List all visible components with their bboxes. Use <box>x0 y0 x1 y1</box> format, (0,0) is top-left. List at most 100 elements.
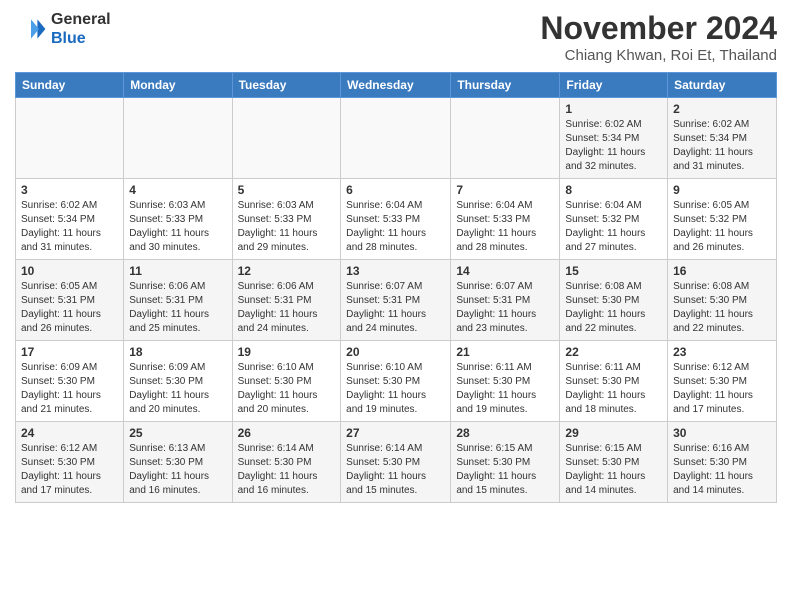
day-info: Sunrise: 6:03 AM Sunset: 5:33 PM Dayligh… <box>129 199 226 255</box>
day-number: 1 <box>565 102 662 116</box>
location-subtitle: Chiang Khwan, Roi Et, Thailand <box>540 47 777 64</box>
day-number: 7 <box>456 183 554 197</box>
day-number: 24 <box>21 426 118 440</box>
calendar-cell: 5 Sunrise: 6:03 AM Sunset: 5:33 PM Daylig… <box>232 179 341 260</box>
calendar-cell <box>232 98 341 179</box>
day-info: Sunrise: 6:06 AM Sunset: 5:31 PM Dayligh… <box>238 280 336 336</box>
day-number: 3 <box>21 183 118 197</box>
calendar-cell: 16Sunrise: 6:08 AM Sunset: 5:30 PM Dayli… <box>668 260 777 341</box>
day-info: Sunrise: 6:07 AM Sunset: 5:31 PM Dayligh… <box>346 280 445 336</box>
day-number: 13 <box>346 264 445 278</box>
calendar-cell: 27 Sunrise: 6:14 AM Sunset: 5:30 PM Dayli… <box>341 422 451 503</box>
day-info: Sunrise: 6:14 AM Sunset: 5:30 PM Dayligh… <box>238 442 336 498</box>
calendar-week-4: 17 Sunrise: 6:09 AM Sunset: 5:30 PM Dayli… <box>16 341 777 422</box>
day-info: Sunrise: 6:05 AM Sunset: 5:31 PM Dayligh… <box>21 280 118 336</box>
weekday-header-saturday: Saturday <box>668 73 777 98</box>
page-header: General Blue November 2024 Chiang Khwan,… <box>15 10 777 64</box>
day-number: 22 <box>565 345 662 359</box>
calendar-week-1: 1 Sunrise: 6:02 AM Sunset: 5:34 PM Daylig… <box>16 98 777 179</box>
calendar-cell: 9 Sunrise: 6:05 AM Sunset: 5:32 PM Daylig… <box>668 179 777 260</box>
title-block: November 2024 Chiang Khwan, Roi Et, Thai… <box>540 10 777 64</box>
day-number: 5 <box>238 183 336 197</box>
day-info: Sunrise: 6:05 AM Sunset: 5:32 PM Dayligh… <box>673 199 771 255</box>
day-info: Sunrise: 6:04 AM Sunset: 5:32 PM Dayligh… <box>565 199 662 255</box>
calendar-cell: 7 Sunrise: 6:04 AM Sunset: 5:33 PM Daylig… <box>451 179 560 260</box>
calendar-cell: 14 Sunrise: 6:07 AM Sunset: 5:31 PM Dayli… <box>451 260 560 341</box>
calendar-header-row: SundayMondayTuesdayWednesdayThursdayFrid… <box>16 73 777 98</box>
weekday-header-tuesday: Tuesday <box>232 73 341 98</box>
day-number: 20 <box>346 345 445 359</box>
day-info: Sunrise: 6:04 AM Sunset: 5:33 PM Dayligh… <box>456 199 554 255</box>
day-info: Sunrise: 6:02 AM Sunset: 5:34 PM Dayligh… <box>565 118 662 174</box>
day-number: 27 <box>346 426 445 440</box>
day-number: 26 <box>238 426 336 440</box>
day-info: Sunrise: 6:11 AM Sunset: 5:30 PM Dayligh… <box>565 361 662 417</box>
day-info: Sunrise: 6:16 AM Sunset: 5:30 PM Dayligh… <box>673 442 771 498</box>
day-number: 2 <box>673 102 771 116</box>
day-info: Sunrise: 6:14 AM Sunset: 5:30 PM Dayligh… <box>346 442 445 498</box>
calendar-cell: 3 Sunrise: 6:02 AM Sunset: 5:34 PM Daylig… <box>16 179 124 260</box>
calendar-cell <box>341 98 451 179</box>
calendar-cell: 26 Sunrise: 6:14 AM Sunset: 5:30 PM Dayli… <box>232 422 341 503</box>
day-info: Sunrise: 6:03 AM Sunset: 5:33 PM Dayligh… <box>238 199 336 255</box>
day-info: Sunrise: 6:10 AM Sunset: 5:30 PM Dayligh… <box>238 361 336 417</box>
calendar-table: SundayMondayTuesdayWednesdayThursdayFrid… <box>15 72 777 503</box>
calendar-cell: 20 Sunrise: 6:10 AM Sunset: 5:30 PM Dayli… <box>341 341 451 422</box>
calendar-cell: 11Sunrise: 6:06 AM Sunset: 5:31 PM Dayli… <box>124 260 232 341</box>
calendar-cell: 30 Sunrise: 6:16 AM Sunset: 5:30 PM Dayli… <box>668 422 777 503</box>
calendar-cell: 18Sunrise: 6:09 AM Sunset: 5:30 PM Dayli… <box>124 341 232 422</box>
day-info: Sunrise: 6:15 AM Sunset: 5:30 PM Dayligh… <box>456 442 554 498</box>
calendar-cell: 6Sunrise: 6:04 AM Sunset: 5:33 PM Daylig… <box>341 179 451 260</box>
calendar-cell: 25Sunrise: 6:13 AM Sunset: 5:30 PM Dayli… <box>124 422 232 503</box>
day-info: Sunrise: 6:11 AM Sunset: 5:30 PM Dayligh… <box>456 361 554 417</box>
day-info: Sunrise: 6:02 AM Sunset: 5:34 PM Dayligh… <box>673 118 771 174</box>
day-number: 10 <box>21 264 118 278</box>
day-info: Sunrise: 6:08 AM Sunset: 5:30 PM Dayligh… <box>565 280 662 336</box>
calendar-cell: 29 Sunrise: 6:15 AM Sunset: 5:30 PM Dayli… <box>560 422 668 503</box>
calendar-cell <box>16 98 124 179</box>
day-number: 17 <box>21 345 118 359</box>
calendar-cell: 12Sunrise: 6:06 AM Sunset: 5:31 PM Dayli… <box>232 260 341 341</box>
day-number: 23 <box>673 345 771 359</box>
day-info: Sunrise: 6:13 AM Sunset: 5:30 PM Dayligh… <box>129 442 226 498</box>
calendar-cell: 4 Sunrise: 6:03 AM Sunset: 5:33 PM Daylig… <box>124 179 232 260</box>
day-info: Sunrise: 6:10 AM Sunset: 5:30 PM Dayligh… <box>346 361 445 417</box>
calendar-cell: 2 Sunrise: 6:02 AM Sunset: 5:34 PM Daylig… <box>668 98 777 179</box>
weekday-header-friday: Friday <box>560 73 668 98</box>
day-info: Sunrise: 6:02 AM Sunset: 5:34 PM Dayligh… <box>21 199 118 255</box>
calendar-cell: 1 Sunrise: 6:02 AM Sunset: 5:34 PM Daylig… <box>560 98 668 179</box>
calendar-week-5: 24 Sunrise: 6:12 AM Sunset: 5:30 PM Dayli… <box>16 422 777 503</box>
day-info: Sunrise: 6:09 AM Sunset: 5:30 PM Dayligh… <box>21 361 118 417</box>
day-number: 28 <box>456 426 554 440</box>
day-info: Sunrise: 6:07 AM Sunset: 5:31 PM Dayligh… <box>456 280 554 336</box>
calendar-cell: 22 Sunrise: 6:11 AM Sunset: 5:30 PM Dayli… <box>560 341 668 422</box>
calendar-cell <box>451 98 560 179</box>
calendar-cell: 28 Sunrise: 6:15 AM Sunset: 5:30 PM Dayli… <box>451 422 560 503</box>
day-info: Sunrise: 6:15 AM Sunset: 5:30 PM Dayligh… <box>565 442 662 498</box>
logo-text: General Blue <box>51 10 111 48</box>
calendar-week-2: 3 Sunrise: 6:02 AM Sunset: 5:34 PM Daylig… <box>16 179 777 260</box>
day-number: 19 <box>238 345 336 359</box>
calendar-cell: 24 Sunrise: 6:12 AM Sunset: 5:30 PM Dayli… <box>16 422 124 503</box>
month-title: November 2024 <box>540 10 777 47</box>
day-number: 4 <box>129 183 226 197</box>
day-number: 8 <box>565 183 662 197</box>
day-number: 18 <box>129 345 226 359</box>
calendar-cell: 23 Sunrise: 6:12 AM Sunset: 5:30 PM Dayli… <box>668 341 777 422</box>
weekday-header-sunday: Sunday <box>16 73 124 98</box>
weekday-header-monday: Monday <box>124 73 232 98</box>
calendar-cell: 15Sunrise: 6:08 AM Sunset: 5:30 PM Dayli… <box>560 260 668 341</box>
day-info: Sunrise: 6:12 AM Sunset: 5:30 PM Dayligh… <box>673 361 771 417</box>
logo-icon <box>15 13 47 45</box>
logo: General Blue <box>15 10 111 48</box>
calendar-cell <box>124 98 232 179</box>
day-info: Sunrise: 6:04 AM Sunset: 5:33 PM Dayligh… <box>346 199 445 255</box>
calendar-cell: 21 Sunrise: 6:11 AM Sunset: 5:30 PM Dayli… <box>451 341 560 422</box>
day-number: 21 <box>456 345 554 359</box>
day-number: 29 <box>565 426 662 440</box>
day-number: 9 <box>673 183 771 197</box>
day-number: 14 <box>456 264 554 278</box>
day-number: 16 <box>673 264 771 278</box>
day-info: Sunrise: 6:12 AM Sunset: 5:30 PM Dayligh… <box>21 442 118 498</box>
day-number: 30 <box>673 426 771 440</box>
